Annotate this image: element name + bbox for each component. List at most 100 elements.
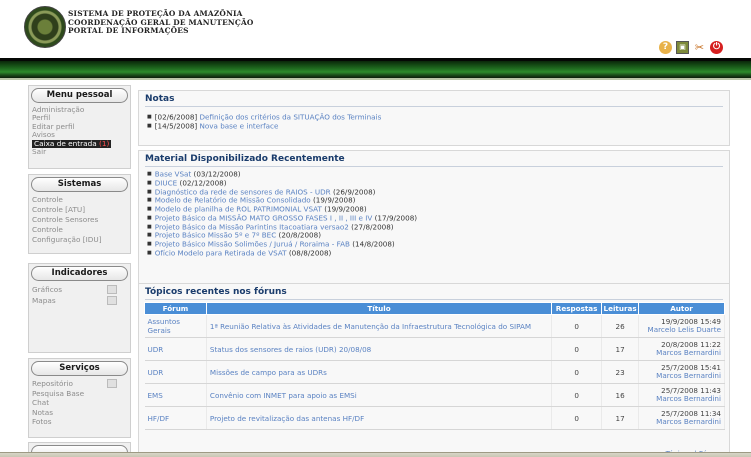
- servicos-item-chat[interactable]: Chat: [32, 398, 127, 408]
- col-titulo: Título: [205, 302, 553, 315]
- repositorio-icon: [107, 379, 117, 389]
- author-link[interactable]: Marcos Bernardini: [642, 348, 721, 357]
- notas-list: [02/6/2008] Definição dos critérios da S…: [139, 107, 729, 135]
- author-link[interactable]: Marcelo Lelis Duarte: [642, 325, 721, 334]
- material-link[interactable]: Projeto Básico da Missão Parintins Itaco…: [155, 222, 349, 231]
- autor-cell: 25/7/2008 11:43 Marcos Bernardini: [638, 383, 725, 407]
- titulo-cell[interactable]: Convênio com INMET para apoio as EMSi: [206, 383, 553, 407]
- forum-cell[interactable]: HF/DF: [144, 406, 207, 430]
- forum-panel: Tópicos recentes nos fóruns Fórum Título…: [138, 283, 730, 457]
- titulo-cell[interactable]: Missões de campo para as UDRs: [206, 360, 553, 384]
- indicadores-title: Indicadores: [31, 266, 128, 281]
- autor-cell: 20/8/2008 11:22 Marcos Bernardini: [638, 337, 725, 361]
- table-row: UDR Status dos sensores de raios (UDR) 2…: [144, 337, 725, 361]
- material-date: (14/8/2008): [352, 239, 395, 249]
- material-link[interactable]: DIUCE: [155, 178, 177, 187]
- org-name: SISTEMA DE PROTEÇÃO DA AMAZÔNIA COORDENA…: [68, 9, 254, 36]
- col-leituras: Leituras: [601, 302, 640, 315]
- material-date: (03/12/2008): [193, 169, 241, 179]
- graficos-icon: [107, 285, 117, 294]
- respostas-cell: 0: [551, 383, 603, 407]
- servicos-title: Serviços: [31, 361, 128, 376]
- material-date: (20/8/2008): [278, 230, 321, 240]
- sistemas-item-controle-sensores[interactable]: Controle Sensores: [32, 215, 127, 225]
- menu-pessoal-panel: Menu pessoal Administração Perfil Editar…: [28, 85, 131, 169]
- titulo-cell[interactable]: Projeto de revitalização das antenas HF/…: [206, 406, 553, 430]
- header: SISTEMA DE PROTEÇÃO DA AMAZÔNIA COORDENA…: [0, 0, 751, 58]
- col-forum: Fórum: [144, 302, 207, 315]
- material-link[interactable]: Modelo de planilha de ROL PATRIMONIAL VS…: [155, 204, 322, 214]
- author-link[interactable]: Marcos Bernardini: [642, 394, 721, 403]
- servicos-item-pesquisa-base[interactable]: Pesquisa Base: [32, 389, 127, 399]
- servicos-item-notas[interactable]: Notas: [32, 408, 127, 418]
- indicadores-panel: Indicadores Gráficos Mapas: [28, 263, 131, 353]
- notas-title: Notas: [145, 91, 723, 107]
- material-link[interactable]: Ofício Modelo para Retirada de VSAT: [155, 248, 287, 257]
- power-icon[interactable]: ⏻: [710, 40, 723, 54]
- help-icon[interactable]: ?: [659, 40, 672, 54]
- sistemas-item-controle[interactable]: Controle: [32, 195, 127, 205]
- sistemas-item-controle-atu[interactable]: Controle [ATU]: [32, 205, 127, 215]
- sistemas-item-controle-2[interactable]: Controle: [32, 225, 127, 235]
- servicos-item-repositorio[interactable]: Repositório: [32, 379, 127, 389]
- material-link[interactable]: Projeto Básico Missão 5º e 7º BEC: [155, 231, 277, 240]
- servicos-item-repositorio-label: Repositório: [32, 379, 73, 388]
- inbox-count: (1): [99, 138, 110, 148]
- indicadores-item-graficos[interactable]: Gráficos: [32, 284, 127, 295]
- col-autor: Autor: [638, 302, 725, 315]
- nota-date: [02/6/2008]: [154, 112, 198, 122]
- table-row: Assuntos Gerais 1ª Reunião Relativa às A…: [144, 314, 725, 338]
- forum-cell[interactable]: Assuntos Gerais: [144, 314, 207, 338]
- sistemas-item-configuracao-idu[interactable]: Configuração [IDU]: [32, 235, 127, 245]
- header-toolbar: ? ▣ ✂ ⏻: [659, 40, 723, 54]
- menu-pessoal-list: Administração Perfil Editar perfil Aviso…: [29, 103, 130, 159]
- material-list: Base VSat (03/12/2008) DIUCE (02/12/2008…: [139, 167, 729, 262]
- material-link[interactable]: Base VSat: [155, 169, 192, 179]
- tools-icon[interactable]: ✂: [693, 41, 706, 54]
- material-date: (27/8/2008): [351, 221, 394, 231]
- autor-cell: 19/9/2008 15:49 Marcelo Lelis Duarte: [638, 314, 725, 338]
- forum-cell[interactable]: UDR: [144, 337, 207, 361]
- indicadores-item-mapas[interactable]: Mapas: [32, 295, 127, 306]
- forum-header-row: Fórum Título Respostas Leituras Autor: [144, 302, 725, 315]
- author-link[interactable]: Marcos Bernardini: [642, 371, 721, 380]
- leituras-cell: 17: [601, 337, 640, 361]
- respostas-cell: 0: [551, 337, 603, 361]
- mapas-icon: [107, 296, 117, 305]
- autor-cell: 25/7/2008 11:34 Marcos Bernardini: [638, 406, 725, 430]
- nota-link[interactable]: Definição dos critérios da SITUAÇÃO dos …: [200, 112, 382, 122]
- material-date: (19/9/2008): [324, 204, 367, 214]
- titulo-cell[interactable]: Status dos sensores de raios (UDR) 20/08…: [206, 337, 553, 361]
- forum-title: Tópicos recentes nos fóruns: [145, 284, 723, 300]
- leituras-cell: 23: [601, 360, 640, 384]
- servicos-item-fotos[interactable]: Fotos: [32, 417, 127, 427]
- table-row: UDR Missões de campo para as UDRs 0 23 2…: [144, 360, 725, 384]
- os-taskbar: [0, 452, 751, 457]
- nota-link[interactable]: Nova base e interface: [200, 121, 279, 130]
- menu-pessoal-title: Menu pessoal: [31, 88, 128, 103]
- material-link[interactable]: Diagnóstico da rede de sensores de RAIOS…: [155, 187, 331, 196]
- material-link[interactable]: Projeto Básico Missão Solimões / Juruá /…: [155, 239, 350, 249]
- material-date: (19/9/2008): [312, 195, 356, 205]
- forum-cell[interactable]: UDR: [144, 360, 207, 384]
- sistemas-list: Controle Controle [ATU] Controle Sensore…: [29, 192, 130, 248]
- material-date: (26/9/2008): [332, 186, 376, 196]
- respostas-cell: 0: [551, 360, 603, 384]
- sistemas-title: Sistemas: [31, 177, 128, 192]
- sipam-logo[interactable]: [24, 6, 66, 48]
- titulo-cell[interactable]: 1ª Reunião Relativa às Atividades de Man…: [206, 314, 553, 338]
- table-row: HF/DF Projeto de revitalização das anten…: [144, 406, 725, 430]
- material-date: (02/12/2008): [179, 178, 227, 187]
- respostas-cell: 0: [551, 314, 603, 338]
- org-line-3: PORTAL DE INFORMAÇÕES: [68, 26, 189, 35]
- material-link[interactable]: Modelo de Relatório de Missão Consolidad…: [155, 196, 311, 205]
- autor-cell: 25/7/2008 15:41 Marcos Bernardini: [638, 360, 725, 384]
- image-icon[interactable]: ▣: [676, 40, 689, 54]
- forum-cell[interactable]: EMS: [144, 383, 207, 407]
- material-link[interactable]: Projeto Básico da MISSÃO MATO GROSSO FAS…: [155, 213, 373, 222]
- menu-item-sair[interactable]: Sair: [32, 147, 127, 156]
- indicadores-list: Gráficos Mapas: [29, 281, 130, 309]
- col-respostas: Respostas: [551, 302, 603, 315]
- menu-item-caixa-de-entrada[interactable]: Caixa de entrada (1): [32, 138, 127, 149]
- author-link[interactable]: Marcos Bernardini: [642, 417, 721, 426]
